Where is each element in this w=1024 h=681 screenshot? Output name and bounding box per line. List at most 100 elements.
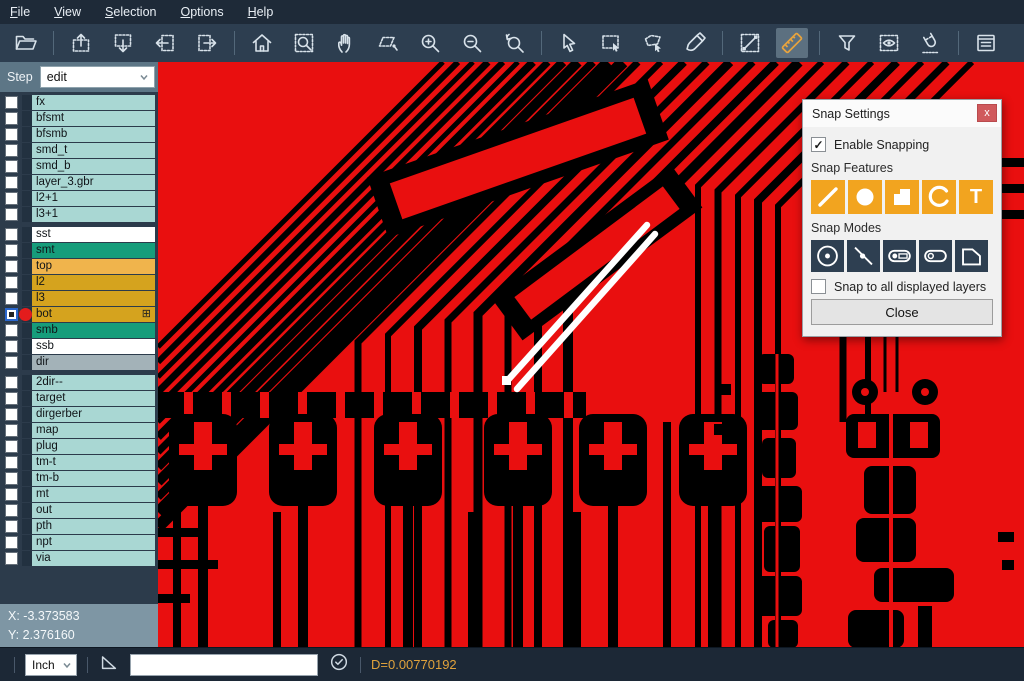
layer-checkbox[interactable] bbox=[5, 340, 18, 353]
layer-checkbox[interactable] bbox=[5, 244, 18, 257]
layer-label[interactable]: l3 bbox=[32, 291, 155, 306]
layer-label[interactable]: smb bbox=[32, 323, 155, 338]
layer-row[interactable]: tm-b bbox=[0, 471, 158, 486]
layer-row[interactable]: l3+1 bbox=[0, 207, 158, 222]
layer-row[interactable]: top bbox=[0, 259, 158, 274]
layer-row[interactable]: l3 bbox=[0, 291, 158, 306]
layer-row[interactable]: tm-t bbox=[0, 455, 158, 470]
snap-button[interactable] bbox=[915, 28, 947, 58]
layer-label[interactable]: map bbox=[32, 423, 155, 438]
layer-label[interactable]: tm-b bbox=[32, 471, 155, 486]
layer-row[interactable]: pth bbox=[0, 519, 158, 534]
layer-checkbox[interactable] bbox=[5, 456, 18, 469]
layer-row[interactable]: smd_b bbox=[0, 159, 158, 174]
active-layer-checkbox[interactable] bbox=[5, 308, 18, 321]
layer-checkbox[interactable] bbox=[5, 424, 18, 437]
layer-label[interactable]: target bbox=[32, 391, 155, 406]
layer-row[interactable]: via bbox=[0, 551, 158, 566]
open-button[interactable] bbox=[10, 28, 42, 58]
select-pointer-button[interactable] bbox=[553, 28, 585, 58]
layer-checkbox[interactable] bbox=[5, 160, 18, 173]
apply-button[interactable] bbox=[328, 651, 350, 678]
layer-label[interactable]: smd_b bbox=[32, 159, 155, 174]
layer-row[interactable]: map bbox=[0, 423, 158, 438]
layer-checkbox[interactable] bbox=[5, 260, 18, 273]
snap-feature-line-button[interactable] bbox=[811, 180, 845, 214]
layer-row[interactable]: bfsmt bbox=[0, 111, 158, 126]
layer-checkbox[interactable] bbox=[5, 392, 18, 405]
layer-label[interactable]: top bbox=[32, 259, 155, 274]
snap-mode-slot-button[interactable] bbox=[919, 240, 952, 272]
layer-label[interactable]: l3+1 bbox=[32, 207, 155, 222]
command-input[interactable] bbox=[130, 654, 318, 676]
dialog-close-icon[interactable]: x bbox=[977, 104, 997, 122]
layer-row[interactable]: dir bbox=[0, 355, 158, 370]
close-button[interactable]: Close bbox=[811, 299, 993, 325]
layer-row[interactable]: l2+1 bbox=[0, 191, 158, 206]
layer-row[interactable]: target bbox=[0, 391, 158, 406]
filter-button[interactable] bbox=[831, 28, 863, 58]
snap-mode-corner-button[interactable] bbox=[955, 240, 988, 272]
layer-row-active[interactable]: bot⊞ bbox=[0, 307, 158, 322]
layer-row[interactable]: out bbox=[0, 503, 158, 518]
layer-row[interactable]: plug bbox=[0, 439, 158, 454]
layer-label[interactable]: smd_t bbox=[32, 143, 155, 158]
layer-checkbox[interactable] bbox=[5, 408, 18, 421]
layer-row[interactable]: ssb bbox=[0, 339, 158, 354]
snap-feature-text-button[interactable]: T bbox=[959, 180, 993, 214]
layer-label[interactable]: sst bbox=[32, 227, 155, 242]
layer-label[interactable]: mt bbox=[32, 487, 155, 502]
layer-label[interactable]: l2 bbox=[32, 275, 155, 290]
measure-ruler-button[interactable] bbox=[776, 28, 808, 58]
snap-feature-arc-button[interactable] bbox=[922, 180, 956, 214]
layer-label[interactable]: smt bbox=[32, 243, 155, 258]
select-rectangle-button[interactable] bbox=[595, 28, 627, 58]
layer-checkbox[interactable] bbox=[5, 376, 18, 389]
snap-mode-slot-center-button[interactable] bbox=[883, 240, 916, 272]
layer-label[interactable]: npt bbox=[32, 535, 155, 550]
layer-label[interactable]: fx bbox=[32, 95, 155, 110]
layer-checkbox[interactable] bbox=[5, 440, 18, 453]
enable-snapping-checkbox[interactable]: ✓ bbox=[811, 137, 826, 152]
menu-help[interactable]: Help bbox=[248, 5, 274, 19]
menu-file[interactable]: File bbox=[10, 5, 30, 19]
layer-row[interactable]: mt bbox=[0, 487, 158, 502]
layer-row[interactable]: l2 bbox=[0, 275, 158, 290]
layer-label[interactable]: l2+1 bbox=[32, 191, 155, 206]
layer-label[interactable]: 2dir-- bbox=[32, 375, 155, 390]
layer-label[interactable]: bfsmb bbox=[32, 127, 155, 142]
layer-row[interactable]: smb bbox=[0, 323, 158, 338]
layer-checkbox[interactable] bbox=[5, 176, 18, 189]
layer-row[interactable]: fx bbox=[0, 95, 158, 110]
layer-checkbox[interactable] bbox=[5, 208, 18, 221]
layer-checkbox[interactable] bbox=[5, 520, 18, 533]
snap-mode-point-on-line-button[interactable] bbox=[847, 240, 880, 272]
snap-feature-pad-button[interactable] bbox=[848, 180, 882, 214]
layer-checkbox[interactable] bbox=[5, 192, 18, 205]
measure-line-button[interactable] bbox=[734, 28, 766, 58]
layer-row[interactable]: smd_t bbox=[0, 143, 158, 158]
layer-row[interactable]: dirgerber bbox=[0, 407, 158, 422]
select-polygon-button[interactable] bbox=[637, 28, 669, 58]
view-region-button[interactable] bbox=[873, 28, 905, 58]
layer-checkbox[interactable] bbox=[5, 552, 18, 565]
pcb-canvas[interactable]: Snap Settings x ✓ Enable Snapping Snap F… bbox=[158, 62, 1024, 648]
layer-label[interactable]: pth bbox=[32, 519, 155, 534]
layer-checkbox[interactable] bbox=[5, 504, 18, 517]
layer-checkbox[interactable] bbox=[5, 292, 18, 305]
layer-label[interactable]: bfsmt bbox=[32, 111, 155, 126]
layer-label[interactable]: ssb bbox=[32, 339, 155, 354]
layer-label[interactable]: bot⊞ bbox=[32, 307, 155, 322]
layer-checkbox[interactable] bbox=[5, 536, 18, 549]
layer-checkbox[interactable] bbox=[5, 324, 18, 337]
snap-all-layers-checkbox[interactable] bbox=[811, 279, 826, 294]
pan-down-button[interactable] bbox=[107, 28, 139, 58]
paint-select-button[interactable] bbox=[679, 28, 711, 58]
layer-row[interactable]: npt bbox=[0, 535, 158, 550]
layer-checkbox[interactable] bbox=[5, 356, 18, 369]
layer-form-button[interactable] bbox=[970, 28, 1002, 58]
layer-label[interactable]: out bbox=[32, 503, 155, 518]
layer-row[interactable]: layer_3.gbr bbox=[0, 175, 158, 190]
pan-right-button[interactable] bbox=[191, 28, 223, 58]
enable-snapping-row[interactable]: ✓ Enable Snapping bbox=[811, 137, 993, 152]
